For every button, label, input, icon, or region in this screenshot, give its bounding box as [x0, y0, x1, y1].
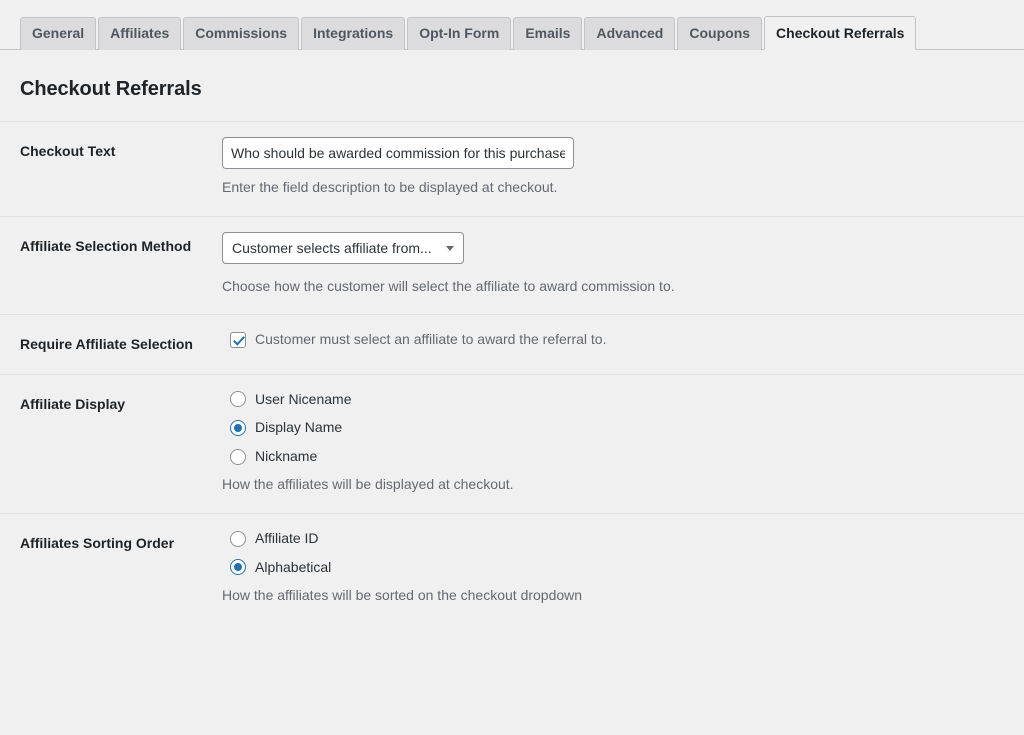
- row-affiliates-sorting-order: Affiliates Sorting Order Affiliate ID Al…: [0, 513, 1024, 623]
- affiliate-display-option-nickname[interactable]: Nickname: [222, 447, 1014, 467]
- chevron-down-icon: [446, 245, 454, 251]
- affiliate-display-option-display-name[interactable]: Display Name: [222, 418, 1014, 438]
- checkout-text-input[interactable]: [222, 137, 574, 169]
- tab-checkout-referrals[interactable]: Checkout Referrals: [764, 16, 917, 50]
- page-title: Checkout Referrals: [20, 78, 202, 100]
- affiliate-selection-method-select[interactable]: Customer selects affiliate from...: [222, 231, 464, 264]
- tab-coupons[interactable]: Coupons: [677, 17, 763, 50]
- checkout-text-description: Enter the field description to be displa…: [222, 179, 558, 195]
- label-affiliate-display: Affiliate Display: [20, 395, 126, 412]
- row-affiliate-display: Affiliate Display User Nicename Display …: [0, 374, 1024, 513]
- sorting-order-option-alphabetical[interactable]: Alphabetical: [222, 558, 1014, 578]
- affiliate-selection-method-description: Choose how the customer will select the …: [222, 277, 675, 294]
- settings-tab-bar: General Affiliates Commissions Integrati…: [0, 0, 1024, 50]
- tab-integrations[interactable]: Integrations: [301, 17, 406, 50]
- label-affiliate-selection-method: Affiliate Selection Method: [20, 237, 192, 254]
- sorting-order-description: How the affiliates will be sorted on the…: [222, 587, 583, 604]
- require-affiliate-selection-checkbox-label[interactable]: Customer must select an affiliate to awa…: [255, 330, 606, 350]
- radio-label-affiliate-id[interactable]: Affiliate ID: [255, 529, 319, 549]
- label-checkout-text: Checkout Text: [20, 143, 116, 159]
- tab-emails[interactable]: Emails: [513, 17, 583, 50]
- affiliate-selection-method-value: Customer selects affiliate from...: [232, 239, 432, 256]
- label-require-affiliate-selection: Require Affiliate Selection: [20, 336, 193, 353]
- radio-user-nicename[interactable]: [230, 391, 246, 408]
- row-require-affiliate-selection: Require Affiliate Selection Customer mus…: [0, 314, 1024, 374]
- row-checkout-text: Checkout Text Enter the field descriptio…: [0, 121, 1024, 217]
- radio-nickname[interactable]: [230, 448, 246, 465]
- row-affiliate-selection-method: Affiliate Selection Method Customer sele…: [0, 216, 1024, 315]
- radio-label-nickname[interactable]: Nickname: [255, 447, 317, 467]
- tab-affiliates[interactable]: Affiliates: [98, 17, 182, 50]
- tab-general[interactable]: General: [20, 17, 97, 50]
- radio-label-alphabetical[interactable]: Alphabetical: [255, 558, 331, 578]
- radio-label-user-nicename[interactable]: User Nicename: [255, 390, 351, 410]
- affiliate-display-radio-group: User Nicename Display Name Nickname: [222, 390, 1014, 467]
- tab-advanced[interactable]: Advanced: [584, 17, 676, 50]
- label-affiliates-sorting-order: Affiliates Sorting Order: [20, 534, 175, 551]
- affiliate-display-option-user-nicename[interactable]: User Nicename: [222, 390, 1014, 410]
- affiliate-display-description: How the affiliates will be displayed at …: [222, 476, 514, 493]
- radio-alphabetical[interactable]: [230, 559, 246, 576]
- radio-label-display-name[interactable]: Display Name: [255, 418, 342, 438]
- tab-commissions[interactable]: Commissions: [183, 17, 300, 50]
- radio-display-name[interactable]: [230, 419, 246, 436]
- require-affiliate-selection-checkbox[interactable]: [230, 332, 246, 349]
- sorting-order-option-affiliate-id[interactable]: Affiliate ID: [222, 529, 1014, 549]
- checkout-referrals-settings-form: Checkout Text Enter the field descriptio…: [0, 121, 1024, 624]
- radio-affiliate-id[interactable]: [230, 530, 246, 547]
- sorting-order-radio-group: Affiliate ID Alphabetical: [222, 529, 1014, 577]
- require-affiliate-selection-field[interactable]: Customer must select an affiliate to awa…: [222, 330, 1014, 350]
- tab-opt-in-form[interactable]: Opt-In Form: [407, 17, 512, 50]
